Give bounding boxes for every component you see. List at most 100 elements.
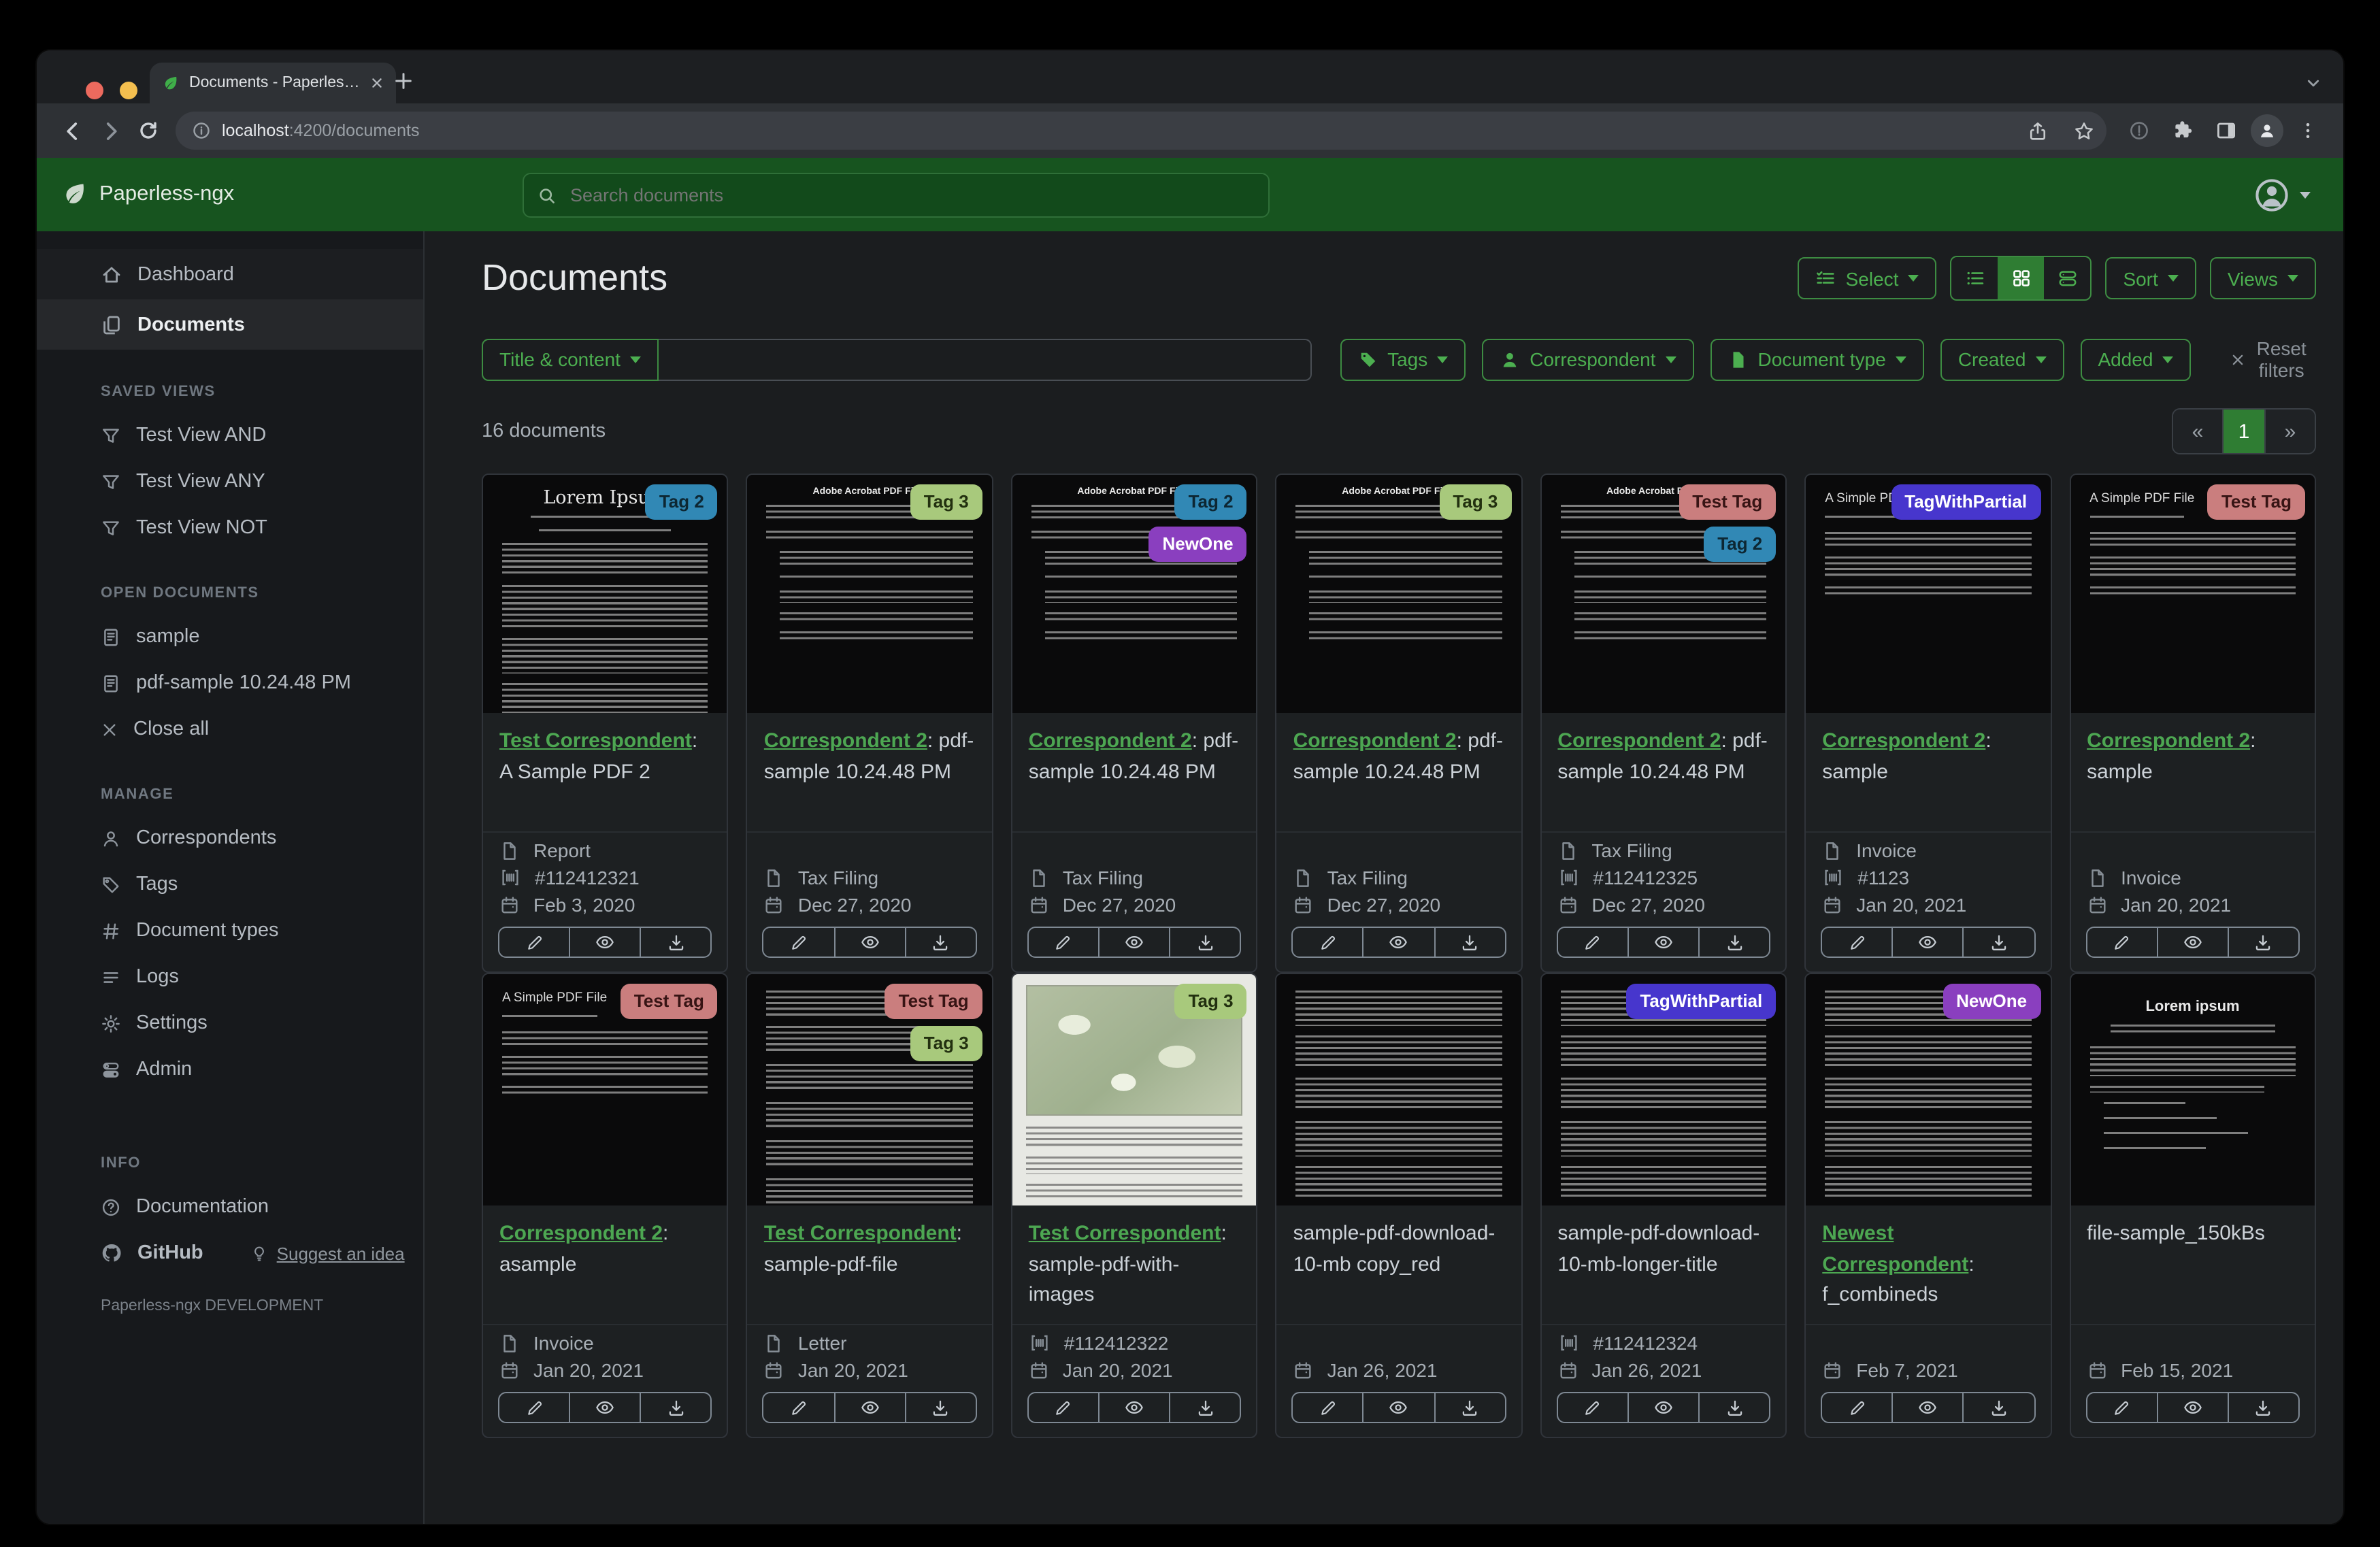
edit-button[interactable] xyxy=(1291,927,1364,958)
preview-button[interactable] xyxy=(1099,1392,1171,1423)
edit-button[interactable] xyxy=(1821,927,1894,958)
correspondent-link[interactable]: Newest Correspondent xyxy=(1822,1222,1968,1276)
view-mode-grid-button[interactable] xyxy=(1998,257,2045,299)
tag-badge[interactable]: NewOne xyxy=(1943,984,2041,1019)
select-button[interactable]: Select xyxy=(1798,257,1937,299)
preview-button[interactable] xyxy=(570,927,642,958)
correspondent-link[interactable]: Correspondent 2 xyxy=(499,1222,663,1245)
preview-button[interactable] xyxy=(1893,927,1964,958)
global-search[interactable] xyxy=(523,173,1270,218)
sidebar-item-tags[interactable]: Tags xyxy=(37,861,423,908)
download-button[interactable] xyxy=(1964,1392,2036,1423)
document-thumbnail[interactable] xyxy=(1276,974,1521,1205)
suggest-an-idea-link[interactable]: Suggest an idea xyxy=(251,1243,405,1263)
edit-button[interactable] xyxy=(1556,1392,1629,1423)
preview-button[interactable] xyxy=(835,1392,906,1423)
tag-badge[interactable]: Tag 3 xyxy=(1174,984,1247,1019)
sidebar-item-logs[interactable]: Logs xyxy=(37,954,423,1000)
preview-button[interactable] xyxy=(1628,1392,1700,1423)
correspondent-link[interactable]: Correspondent 2 xyxy=(764,729,927,752)
correspondent-link[interactable]: Correspondent 2 xyxy=(1293,729,1457,752)
pagination-prev-button[interactable]: « xyxy=(2173,410,2222,453)
filter-created-dropdown[interactable]: Created xyxy=(1940,338,2064,380)
download-button[interactable] xyxy=(1699,927,1771,958)
reload-icon[interactable] xyxy=(129,112,167,150)
document-thumbnail[interactable]: Adobe Acrobat PDF Files Tag 2 NewOne xyxy=(1012,475,1257,713)
sidebar-item-dashboard[interactable]: Dashboard xyxy=(37,249,423,299)
user-menu[interactable] xyxy=(2253,158,2311,231)
tag-badge[interactable]: TagWithPartial xyxy=(1626,984,1776,1019)
preview-button[interactable] xyxy=(1099,927,1171,958)
tag-badge[interactable]: TagWithPartial xyxy=(1891,484,2041,520)
sidebar-item-settings[interactable]: Settings xyxy=(37,1000,423,1046)
preview-button[interactable] xyxy=(1893,1392,1964,1423)
edit-button[interactable] xyxy=(762,927,836,958)
filter-correspondent-dropdown[interactable]: Correspondent xyxy=(1482,338,1694,380)
sidebar-item-test-view-any[interactable]: Test View ANY xyxy=(37,459,423,505)
sidebar-item-correspondents[interactable]: Correspondents xyxy=(37,815,423,861)
edit-button[interactable] xyxy=(2085,1392,2158,1423)
download-button[interactable] xyxy=(1170,1392,1242,1423)
close-window-button[interactable] xyxy=(86,82,103,99)
download-button[interactable] xyxy=(906,927,977,958)
sidebar-item-document-types[interactable]: Document types xyxy=(37,908,423,954)
download-button[interactable] xyxy=(1699,1392,1771,1423)
preview-button[interactable] xyxy=(1363,1392,1436,1423)
sidebar-item-github[interactable]: GitHub Suggest an idea xyxy=(37,1230,423,1276)
tag-badge[interactable]: Test Tag xyxy=(620,984,718,1019)
reset-filters-button[interactable]: Reset filters xyxy=(2222,336,2316,382)
document-thumbnail[interactable]: Adobe Acrobat PDF Files Tag 3 xyxy=(747,475,992,713)
edit-button[interactable] xyxy=(1291,1392,1364,1423)
download-button[interactable] xyxy=(641,927,712,958)
edit-button[interactable] xyxy=(1027,927,1100,958)
correspondent-link[interactable]: Correspondent 2 xyxy=(1822,729,1985,752)
filter-document-type-dropdown[interactable]: Document type xyxy=(1710,338,1924,380)
sort-button[interactable]: Sort xyxy=(2105,257,2196,299)
minimize-window-button[interactable] xyxy=(120,82,137,99)
edit-button[interactable] xyxy=(1556,927,1629,958)
sidebar-item-documentation[interactable]: Documentation xyxy=(37,1184,423,1230)
filter-tags-dropdown[interactable]: Tags xyxy=(1340,338,1466,380)
filter-added-dropdown[interactable]: Added xyxy=(2080,338,2192,380)
extensions-puzzle-icon[interactable] xyxy=(2164,112,2202,150)
document-thumbnail[interactable]: Lorem Ipsum Tag 2 xyxy=(483,475,727,713)
correspondent-link[interactable]: Test Correspondent xyxy=(499,729,692,752)
preview-button[interactable] xyxy=(1363,927,1436,958)
preview-button[interactable] xyxy=(1628,927,1700,958)
document-thumbnail[interactable]: A Simple PDF File TagWithPartial xyxy=(1806,475,2051,713)
bookmark-star-icon[interactable] xyxy=(2066,113,2101,148)
tag-badge[interactable]: Tag 3 xyxy=(910,484,982,520)
edit-button[interactable] xyxy=(1027,1392,1100,1423)
download-button[interactable] xyxy=(2228,927,2300,958)
correspondent-link[interactable]: Test Correspondent xyxy=(1029,1222,1221,1245)
sidebar-item-test-view-and[interactable]: Test View AND xyxy=(37,412,423,459)
tag-badge[interactable]: Tag 3 xyxy=(1439,484,1512,520)
document-thumbnail[interactable]: Adobe Acrobat PDF Files Tag 3 xyxy=(1276,475,1521,713)
filter-text-input[interactable] xyxy=(658,338,1312,380)
tag-badge[interactable]: Tag 3 xyxy=(910,1026,982,1061)
preview-button[interactable] xyxy=(835,927,906,958)
preview-button[interactable] xyxy=(2158,1392,2229,1423)
tag-badge[interactable]: Test Tag xyxy=(885,984,982,1019)
browser-extension-icon[interactable] xyxy=(2120,112,2158,150)
document-thumbnail[interactable]: Lorem ipsum xyxy=(2070,974,2315,1205)
address-bar[interactable]: localhost:4200/documents xyxy=(176,112,2106,150)
document-thumbnail[interactable]: A Simple PDF File Test Tag xyxy=(483,974,727,1205)
new-tab-button[interactable] xyxy=(393,71,414,91)
app-logo[interactable]: Paperless-ngx xyxy=(61,181,234,208)
edit-button[interactable] xyxy=(498,927,571,958)
tab-search-chevron-icon[interactable] xyxy=(2305,75,2321,91)
correspondent-link[interactable]: Test Correspondent xyxy=(764,1222,957,1245)
view-mode-detail-button[interactable] xyxy=(2044,257,2090,299)
tag-badge[interactable]: Tag 2 xyxy=(1704,527,1776,562)
edit-button[interactable] xyxy=(2085,927,2158,958)
share-icon[interactable] xyxy=(2019,113,2055,148)
document-thumbnail[interactable]: TagWithPartial xyxy=(1541,974,1786,1205)
document-thumbnail[interactable]: NewOne xyxy=(1806,974,2051,1205)
filter-field-dropdown[interactable]: Title & content xyxy=(482,338,659,380)
search-input[interactable] xyxy=(567,184,1255,207)
preview-button[interactable] xyxy=(570,1392,642,1423)
forward-icon[interactable] xyxy=(91,112,129,150)
tag-badge[interactable]: Tag 2 xyxy=(645,484,718,520)
pagination-page-1[interactable]: 1 xyxy=(2222,410,2264,453)
